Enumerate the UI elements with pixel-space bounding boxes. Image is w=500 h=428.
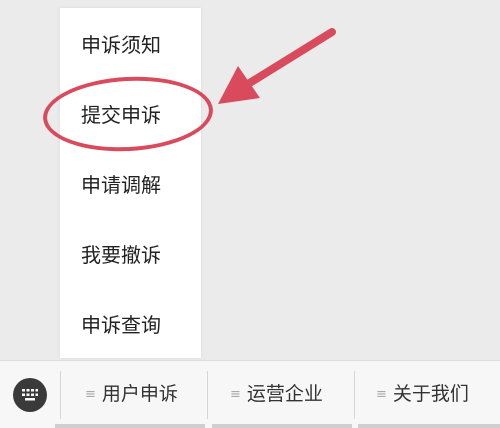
- tab-label: 关于我们: [392, 383, 469, 405]
- menu-item-complaint-notice[interactable]: 申诉须知: [81, 30, 161, 60]
- hamburger-icon: ≡: [376, 387, 387, 402]
- hamburger-icon: ≡: [230, 387, 241, 402]
- tab-underline: [55, 424, 205, 428]
- keyboard-toggle-button[interactable]: [13, 378, 47, 412]
- tab-user-complaint[interactable]: ≡ 用户申诉: [85, 381, 178, 408]
- bottom-nav-bar: ≡ 用户申诉 ≡ 运营企业 ≡ 关于我们: [0, 360, 500, 428]
- menu-item-submit-complaint[interactable]: 提交申诉: [81, 100, 161, 130]
- tab-underline: [212, 424, 352, 428]
- menu-item-withdraw-complaint[interactable]: 我要撤诉: [81, 240, 161, 270]
- tab-underline: [358, 424, 500, 428]
- hamburger-icon: ≡: [85, 387, 96, 402]
- menu-item-complaint-query[interactable]: 申诉查询: [81, 310, 161, 340]
- tab-about-us[interactable]: ≡ 关于我们: [376, 381, 469, 408]
- tab-operating-company[interactable]: ≡ 运营企业: [230, 381, 323, 408]
- keyboard-icon: [22, 389, 38, 401]
- popup-menu: 申诉须知 提交申诉 申请调解 我要撤诉 申诉查询: [60, 8, 201, 358]
- tab-label: 用户申诉: [101, 383, 178, 405]
- tab-label: 运营企业: [246, 383, 323, 405]
- menu-item-request-mediation[interactable]: 申请调解: [81, 170, 161, 200]
- pointer-arrow-icon: [218, 28, 336, 104]
- divider: [354, 371, 355, 419]
- divider: [60, 371, 61, 419]
- divider: [207, 371, 208, 419]
